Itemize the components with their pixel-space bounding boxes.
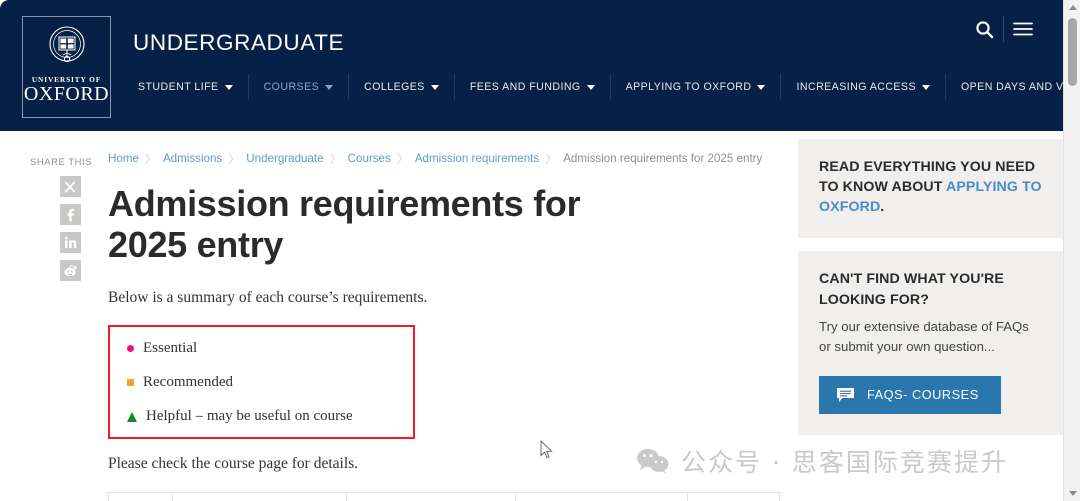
- share-icon-list: [44, 176, 96, 281]
- essential-dot-icon: [127, 345, 134, 352]
- nav-item-open-days-and-visits[interactable]: OPEN DAYS AND VISITS: [946, 74, 1063, 100]
- breadcrumb-item-courses[interactable]: Courses: [348, 152, 391, 165]
- breadcrumb-item-admission-requirements[interactable]: Admission requirements: [415, 152, 539, 165]
- menu-button[interactable]: [1003, 16, 1041, 42]
- sidebar-panel-faq: CAN'T FIND WHAT YOU'RE LOOKING FOR? Try …: [798, 251, 1063, 434]
- chevron-down-icon: [922, 85, 930, 90]
- page-root: UNIVERSITY OF OXFORD UNDERGRADUATE STUDE…: [0, 0, 1080, 501]
- breadcrumb-separator-icon: 〉: [145, 150, 157, 167]
- legend-item-essential: Essential: [110, 340, 413, 357]
- oxford-crest-icon: [45, 24, 89, 72]
- breadcrumb-separator-icon: 〉: [228, 150, 240, 167]
- search-icon: [975, 20, 994, 39]
- chevron-down-icon: [225, 85, 233, 90]
- scroll-up-arrow-icon: [1069, 5, 1077, 10]
- nav-item-colleges[interactable]: COLLEGES: [349, 74, 455, 100]
- breadcrumb-item-undergraduate[interactable]: Undergraduate: [246, 152, 323, 165]
- site-header: UNIVERSITY OF OXFORD UNDERGRADUATE STUDE…: [0, 0, 1063, 131]
- nav-label: COLLEGES: [364, 81, 425, 93]
- reddit-icon: [63, 264, 77, 277]
- table-cell: [172, 493, 346, 501]
- main-navigation: STUDENT LIFE COURSES COLLEGES FEES AND F…: [133, 74, 1063, 100]
- chevron-down-icon: [757, 85, 765, 90]
- oxford-logo[interactable]: UNIVERSITY OF OXFORD: [22, 16, 111, 118]
- share-facebook-button[interactable]: [60, 204, 81, 225]
- sidebar-panel-applying: READ EVERYTHING YOU NEED TO KNOW ABOUT A…: [798, 139, 1063, 238]
- page-title: Admission requirements for 2025 entry: [108, 183, 648, 265]
- faqs-courses-button[interactable]: FAQS- COURSES: [819, 376, 1001, 414]
- chevron-down-icon: [431, 85, 439, 90]
- requirements-legend: Essential Recommended Helpful – may be u…: [108, 325, 415, 439]
- nav-label: INCREASING ACCESS: [796, 81, 916, 93]
- breadcrumb-separator-icon: 〉: [545, 150, 557, 167]
- nav-item-student-life[interactable]: STUDENT LIFE: [133, 74, 249, 100]
- breadcrumb-item-admissions[interactable]: Admissions: [163, 152, 222, 165]
- scroll-down-button[interactable]: [1064, 486, 1080, 501]
- table-cell: [346, 493, 516, 501]
- table-cell: [109, 493, 173, 501]
- intro-paragraph: Below is a summary of each course’s requ…: [108, 289, 780, 307]
- closing-paragraph: Please check the course page for details…: [108, 455, 780, 473]
- linkedin-icon: [64, 236, 77, 249]
- header-actions: [965, 16, 1041, 42]
- facebook-icon: [64, 208, 76, 222]
- share-reddit-button[interactable]: [60, 260, 81, 281]
- scroll-up-button[interactable]: [1064, 0, 1080, 15]
- chevron-down-icon: [587, 85, 595, 90]
- search-button[interactable]: [965, 16, 1003, 42]
- share-x-twitter-button[interactable]: [60, 176, 81, 197]
- x-twitter-icon: [64, 181, 76, 193]
- breadcrumb-separator-icon: 〉: [330, 150, 342, 167]
- table-cell: [688, 493, 780, 501]
- breadcrumb-separator-icon: 〉: [397, 150, 409, 167]
- nav-label: COURSES: [264, 81, 320, 93]
- requirements-table: [108, 492, 780, 501]
- legend-label: Helpful – may be useful on course: [146, 408, 353, 425]
- breadcrumb-item-current: Admission requirements for 2025 entry: [563, 152, 762, 165]
- chevron-down-icon: [325, 85, 333, 90]
- page-scrollbar[interactable]: [1063, 0, 1080, 501]
- nav-item-increasing-access[interactable]: INCREASING ACCESS: [781, 74, 946, 100]
- nav-label: STUDENT LIFE: [138, 81, 219, 93]
- faq-panel-title: CAN'T FIND WHAT YOU'RE LOOKING FOR?: [819, 269, 1042, 309]
- speech-bubble-icon: [836, 387, 855, 403]
- faq-panel-body: Try our extensive database of FAQs or su…: [819, 317, 1042, 358]
- share-linkedin-button[interactable]: [60, 232, 81, 253]
- breadcrumb: Home 〉 Admissions 〉 Undergraduate 〉 Cour…: [108, 150, 780, 167]
- nav-item-courses[interactable]: COURSES: [249, 74, 350, 100]
- legend-item-helpful: Helpful – may be useful on course: [110, 408, 413, 425]
- legend-item-recommended: Recommended: [110, 374, 413, 391]
- recommended-square-icon: [127, 379, 134, 386]
- nav-item-fees-and-funding[interactable]: FEES AND FUNDING: [455, 74, 611, 100]
- breadcrumb-item-home[interactable]: Home: [108, 152, 139, 165]
- hamburger-menu-icon: [1013, 21, 1033, 37]
- logo-oxford-text: OXFORD: [24, 84, 109, 105]
- applying-panel-text-end: .: [880, 199, 884, 215]
- faq-button-label: FAQS- COURSES: [867, 387, 979, 402]
- applying-panel-title: READ EVERYTHING YOU NEED TO KNOW ABOUT A…: [819, 157, 1042, 217]
- nav-item-applying-to-oxford[interactable]: APPLYING TO OXFORD: [611, 74, 782, 100]
- share-this-label: SHARE THIS: [30, 156, 96, 167]
- scroll-down-arrow-icon: [1069, 491, 1077, 496]
- scrollbar-thumb[interactable]: [1068, 18, 1077, 86]
- main-content: Home 〉 Admissions 〉 Undergraduate 〉 Cour…: [108, 150, 780, 473]
- legend-label: Recommended: [143, 374, 233, 391]
- table-cell: [516, 493, 688, 501]
- right-sidebar: READ EVERYTHING YOU NEED TO KNOW ABOUT A…: [798, 139, 1063, 448]
- nav-label: OPEN DAYS AND VISITS: [961, 81, 1063, 93]
- nav-label: APPLYING TO OXFORD: [626, 81, 752, 93]
- table-row: [109, 493, 780, 501]
- share-rail: SHARE THIS: [30, 156, 96, 281]
- legend-label: Essential: [143, 340, 197, 357]
- helpful-triangle-icon: [127, 412, 137, 422]
- site-title: UNDERGRADUATE: [133, 30, 344, 56]
- nav-label: FEES AND FUNDING: [470, 81, 581, 93]
